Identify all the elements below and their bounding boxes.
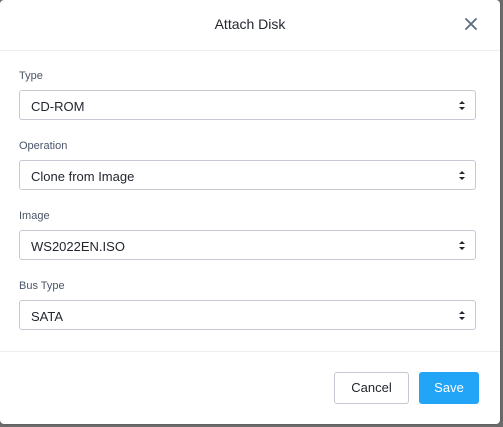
bus-type-select[interactable]: SATA	[19, 300, 476, 330]
save-button[interactable]: Save	[419, 372, 479, 404]
operation-select[interactable]: Clone from Image	[19, 160, 476, 190]
close-icon	[465, 18, 477, 30]
type-select[interactable]: CD-ROM	[19, 90, 476, 120]
image-select-value: WS2022EN.ISO	[31, 239, 125, 254]
select-arrows-icon	[459, 311, 465, 320]
operation-select-value: Clone from Image	[31, 169, 135, 184]
operation-label: Operation	[19, 140, 68, 152]
bus-type-label: Bus Type	[19, 280, 65, 292]
attach-disk-dialog: Attach Disk Type CD-ROM Operation Clone …	[0, 0, 500, 424]
close-button[interactable]	[464, 17, 478, 31]
type-select-value: CD-ROM	[31, 99, 85, 114]
select-arrows-icon	[459, 101, 465, 110]
select-arrows-icon	[459, 241, 465, 250]
type-label: Type	[19, 70, 43, 82]
bus-type-select-value: SATA	[31, 309, 64, 324]
dialog-title: Attach Disk	[214, 16, 286, 32]
dialog-body: Type CD-ROM Operation Clone from Image I…	[0, 51, 500, 351]
dialog-header: Attach Disk	[0, 0, 500, 51]
image-label: Image	[19, 210, 50, 222]
select-arrows-icon	[459, 171, 465, 180]
image-select[interactable]: WS2022EN.ISO	[19, 230, 476, 260]
cancel-button[interactable]: Cancel	[334, 372, 409, 404]
dialog-footer: Cancel Save	[0, 351, 500, 424]
